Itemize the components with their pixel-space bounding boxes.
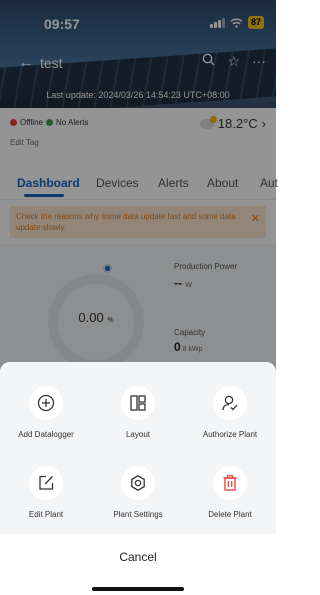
trash-icon (223, 475, 237, 491)
gear-icon (131, 475, 145, 491)
action-grid: Add Datalogger Layout Authorize Plant Ed… (0, 362, 276, 534)
authorize-plant-button[interactable]: Authorize Plant (184, 386, 276, 439)
authorize-plant-label: Authorize Plant (202, 430, 258, 439)
delete-plant-label: Delete Plant (208, 510, 252, 519)
home-indicator (92, 587, 184, 591)
plant-settings-button[interactable]: Plant Settings (92, 466, 184, 519)
layout-label: Layout (125, 430, 151, 439)
add-datalogger-button[interactable]: Add Datalogger (0, 386, 92, 439)
cancel-button[interactable]: Cancel (0, 542, 276, 572)
add-datalogger-label: Add Datalogger (18, 430, 74, 439)
delete-plant-button[interactable]: Delete Plant (184, 466, 276, 519)
layout-icon (130, 395, 146, 411)
plant-settings-label: Plant Settings (113, 510, 163, 519)
layout-button[interactable]: Layout (92, 386, 184, 439)
user-authorize-icon (222, 395, 238, 411)
edit-plant-button[interactable]: Edit Plant (0, 466, 92, 519)
edit-plant-label: Edit Plant (28, 510, 64, 519)
plus-circle-icon (37, 394, 55, 412)
edit-icon (39, 475, 54, 490)
action-sheet: Add Datalogger Layout Authorize Plant Ed… (0, 362, 276, 595)
